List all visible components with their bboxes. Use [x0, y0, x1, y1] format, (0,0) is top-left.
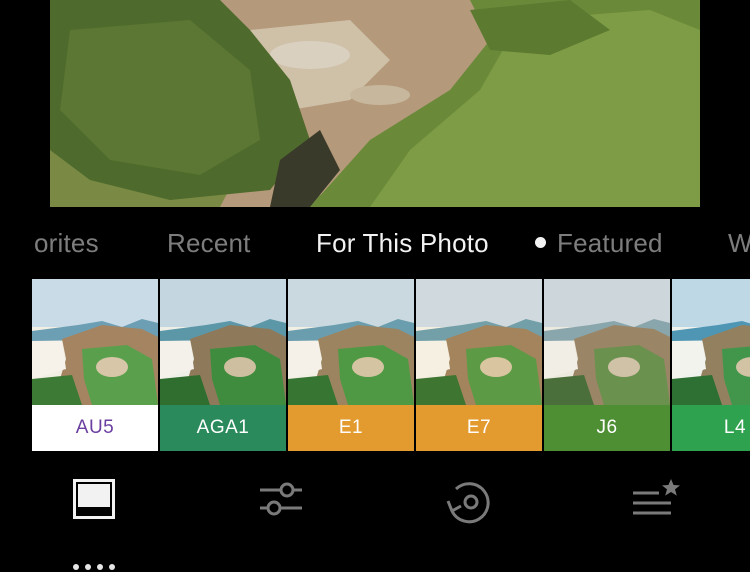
preset-thumbnail — [416, 279, 542, 405]
preset-thumbnail — [672, 279, 750, 405]
preset-e7[interactable]: E7 — [416, 279, 542, 451]
preset-label: J6 — [544, 405, 670, 451]
preset-thumbnail — [288, 279, 414, 405]
preset-label: AGA1 — [160, 405, 286, 451]
photo-preview — [50, 0, 700, 207]
tab-next-label: W — [728, 228, 750, 258]
preset-au5[interactable]: AU5 — [32, 279, 158, 451]
preset-thumbnail-image — [544, 279, 670, 405]
recipes-list-star-icon — [633, 479, 680, 515]
preset-aga1[interactable]: AGA1 — [160, 279, 286, 451]
preset-label: E1 — [288, 405, 414, 451]
preset-thumbnail-image — [32, 279, 158, 405]
tab-featured[interactable]: Featured — [535, 228, 663, 258]
preset-label: AU5 — [32, 405, 158, 451]
recipes-tool-button[interactable] — [621, 479, 691, 549]
presets-icon — [73, 479, 115, 519]
preset-label: E7 — [416, 405, 542, 451]
tab-for-this-photo[interactable]: For This Photo — [316, 228, 489, 258]
photo-image — [50, 0, 700, 207]
bottom-toolbar — [0, 451, 750, 570]
preset-thumbnail-image — [416, 279, 542, 405]
preset-thumbnail-image — [288, 279, 414, 405]
tab-recent-label: Recent — [167, 228, 251, 258]
tab-featured-label: Featured — [557, 228, 663, 258]
new-indicator-dot — [535, 237, 546, 248]
history-tool-button[interactable] — [434, 479, 504, 549]
presets-tool-button[interactable] — [59, 479, 129, 570]
category-tabs: orites Recent For This Photo Featured W — [0, 218, 750, 268]
tab-next[interactable]: W — [728, 228, 750, 258]
preset-thumbnail-image — [160, 279, 286, 405]
adjust-tool-button[interactable] — [246, 479, 316, 549]
preset-thumbnail-image — [672, 279, 750, 405]
tab-favorites-label: orites — [34, 228, 99, 258]
preset-page-dots — [59, 564, 129, 572]
preset-thumbnail — [544, 279, 670, 405]
preset-thumbnail — [32, 279, 158, 405]
tab-favorites[interactable]: orites — [34, 228, 99, 258]
tab-recent[interactable]: Recent — [167, 228, 251, 258]
preset-e1[interactable]: E1 — [288, 279, 414, 451]
preset-label: L4 — [672, 405, 750, 451]
preset-thumbnail — [160, 279, 286, 405]
preset-l4[interactable]: L4 — [672, 279, 750, 451]
preset-strip: AU5 AGA1 E1 E7 J6 L4 — [0, 279, 750, 451]
adjust-sliders-icon — [260, 482, 302, 516]
tab-for-this-photo-label: For This Photo — [316, 228, 489, 258]
preset-j6[interactable]: J6 — [544, 279, 670, 451]
history-icon — [446, 482, 490, 524]
